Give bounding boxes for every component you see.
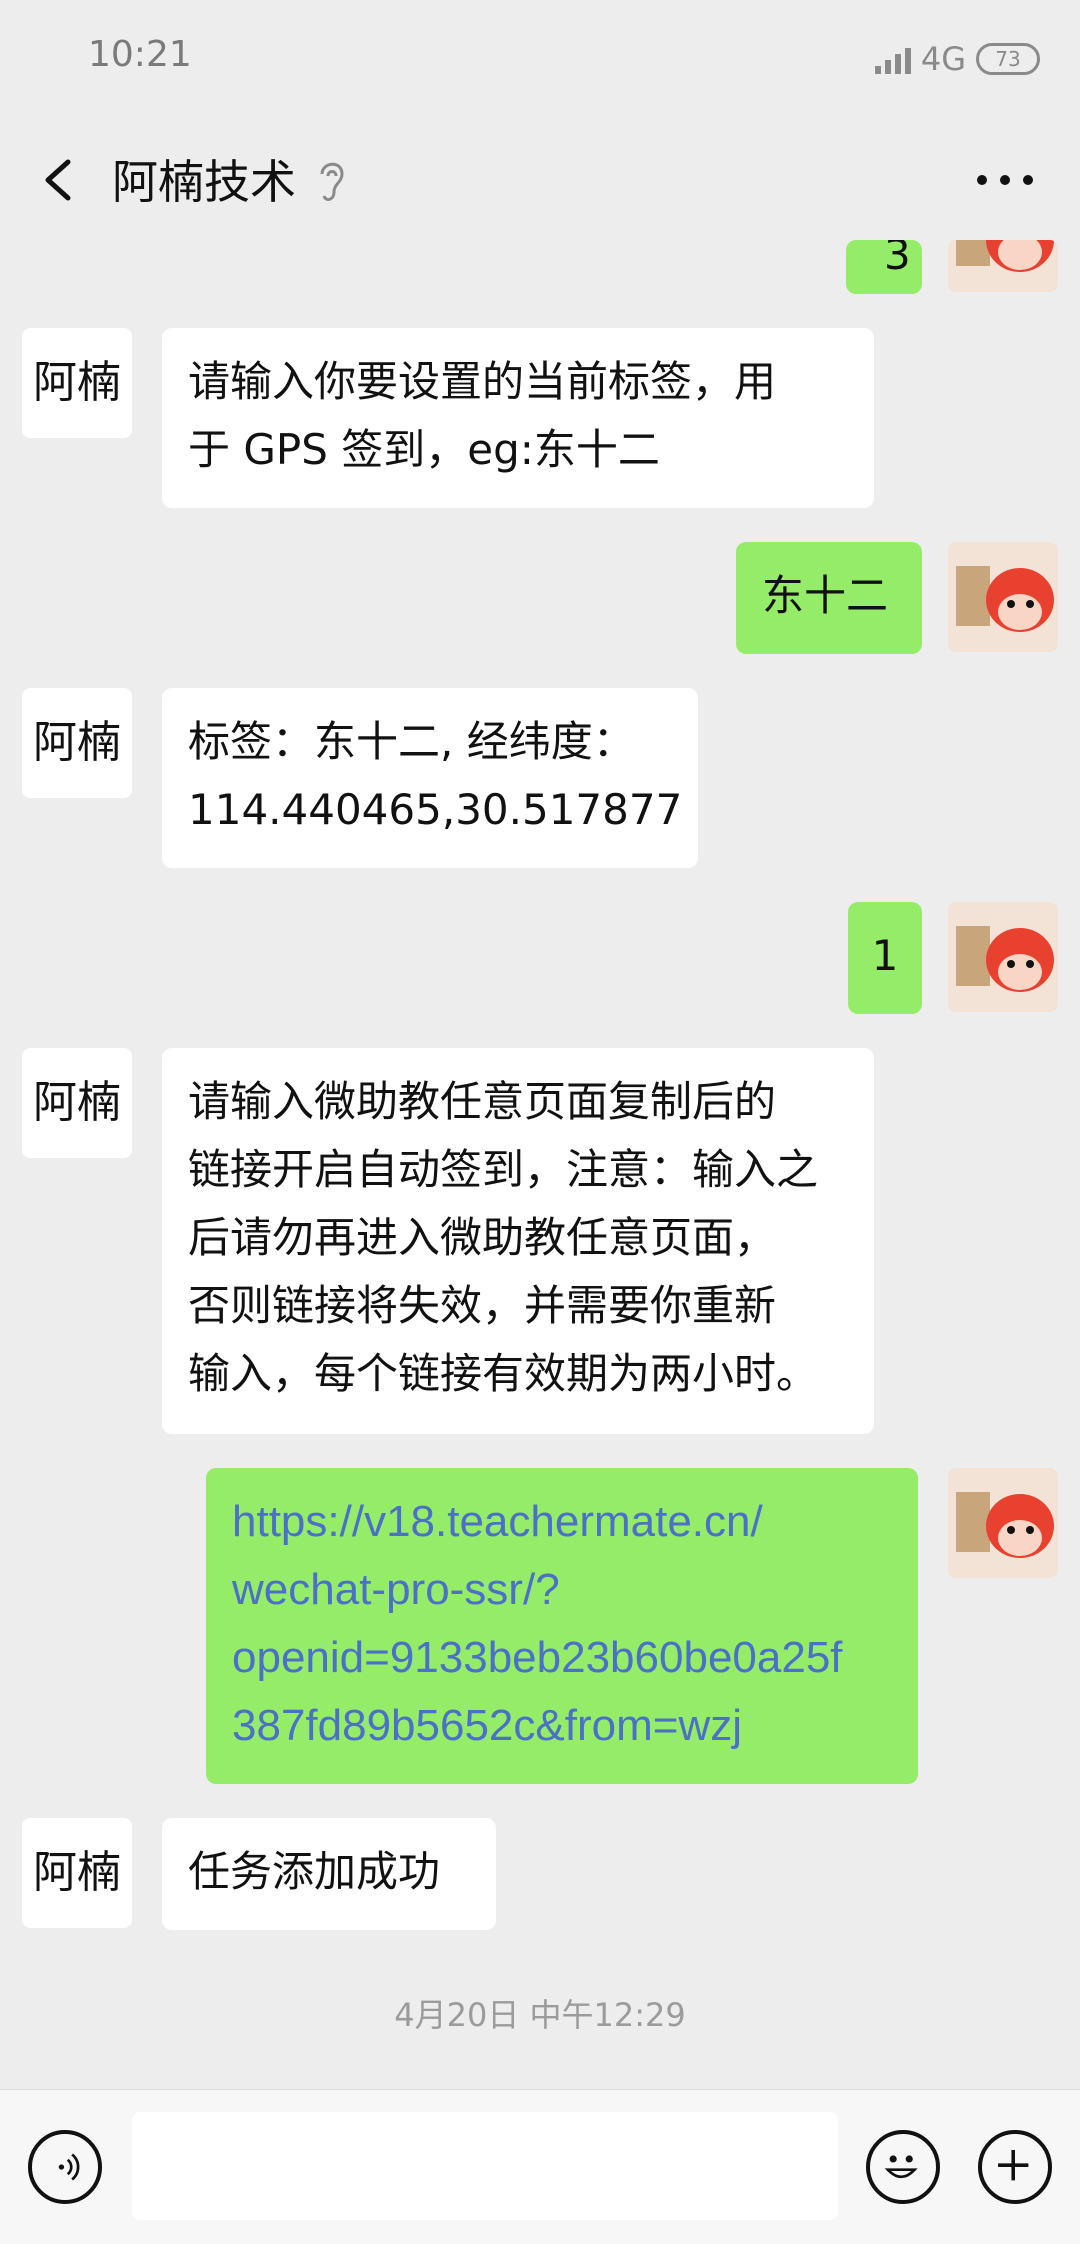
message-bubble-partial[interactable]: 3 xyxy=(846,240,922,294)
chat-title: 阿楠技术 xyxy=(112,155,296,209)
fox-avatar-icon xyxy=(948,902,1058,1012)
add-icon[interactable] xyxy=(978,2130,1052,2204)
message-bubble[interactable]: 请输入微助教任意页面复制后的 链接开启自动签到，注意：输入之 后请勿再进入微助教… xyxy=(162,1048,874,1434)
fox-avatar-icon xyxy=(948,1468,1058,1578)
message-bubble[interactable]: 东十二 xyxy=(736,542,922,654)
ear-icon xyxy=(320,162,344,201)
fox-avatar-icon xyxy=(948,542,1058,652)
emoji-icon[interactable] xyxy=(866,2130,940,2204)
status-time: 10:21 xyxy=(88,34,192,75)
bot-avatar[interactable]: 阿楠 xyxy=(22,1818,132,1928)
user-avatar[interactable] xyxy=(948,240,1058,292)
bot-avatar[interactable]: 阿楠 xyxy=(22,328,132,438)
status-bar: 10:21 4G 73 xyxy=(0,0,1080,120)
message-bubble[interactable]: 1 xyxy=(848,902,922,1014)
link-message-bubble[interactable]: https://v18.teachermate.cn/ wechat-pro-s… xyxy=(206,1468,918,1784)
user-avatar[interactable] xyxy=(948,902,1058,1012)
more-icon[interactable] xyxy=(970,160,1040,200)
bot-avatar[interactable]: 阿楠 xyxy=(22,1048,132,1158)
battery-icon: 73 xyxy=(976,43,1040,75)
message-timestamp: 4月20日 中午12:29 xyxy=(394,1996,686,2034)
signal-icon xyxy=(874,44,911,74)
voice-icon[interactable] xyxy=(28,2130,102,2204)
message-input[interactable] xyxy=(132,2112,838,2220)
user-avatar[interactable] xyxy=(948,542,1058,652)
status-indicators: 4G 73 xyxy=(874,40,1040,78)
back-arrow-icon[interactable] xyxy=(30,150,90,210)
fox-avatar-icon xyxy=(948,240,1058,292)
user-avatar[interactable] xyxy=(948,1468,1058,1578)
chat-header: 阿楠技术 xyxy=(0,120,1080,240)
message-bubble[interactable]: 标签：东十二, 经纬度： 114.440465,30.517877 xyxy=(162,688,698,868)
network-type: 4G xyxy=(920,40,966,78)
message-bubble[interactable]: 请输入你要设置的当前标签，用 于 GPS 签到，eg:东十二 xyxy=(162,328,874,508)
input-bar xyxy=(0,2089,1080,2244)
message-bubble[interactable]: 任务添加成功 xyxy=(162,1818,496,1930)
bot-avatar[interactable]: 阿楠 xyxy=(22,688,132,798)
